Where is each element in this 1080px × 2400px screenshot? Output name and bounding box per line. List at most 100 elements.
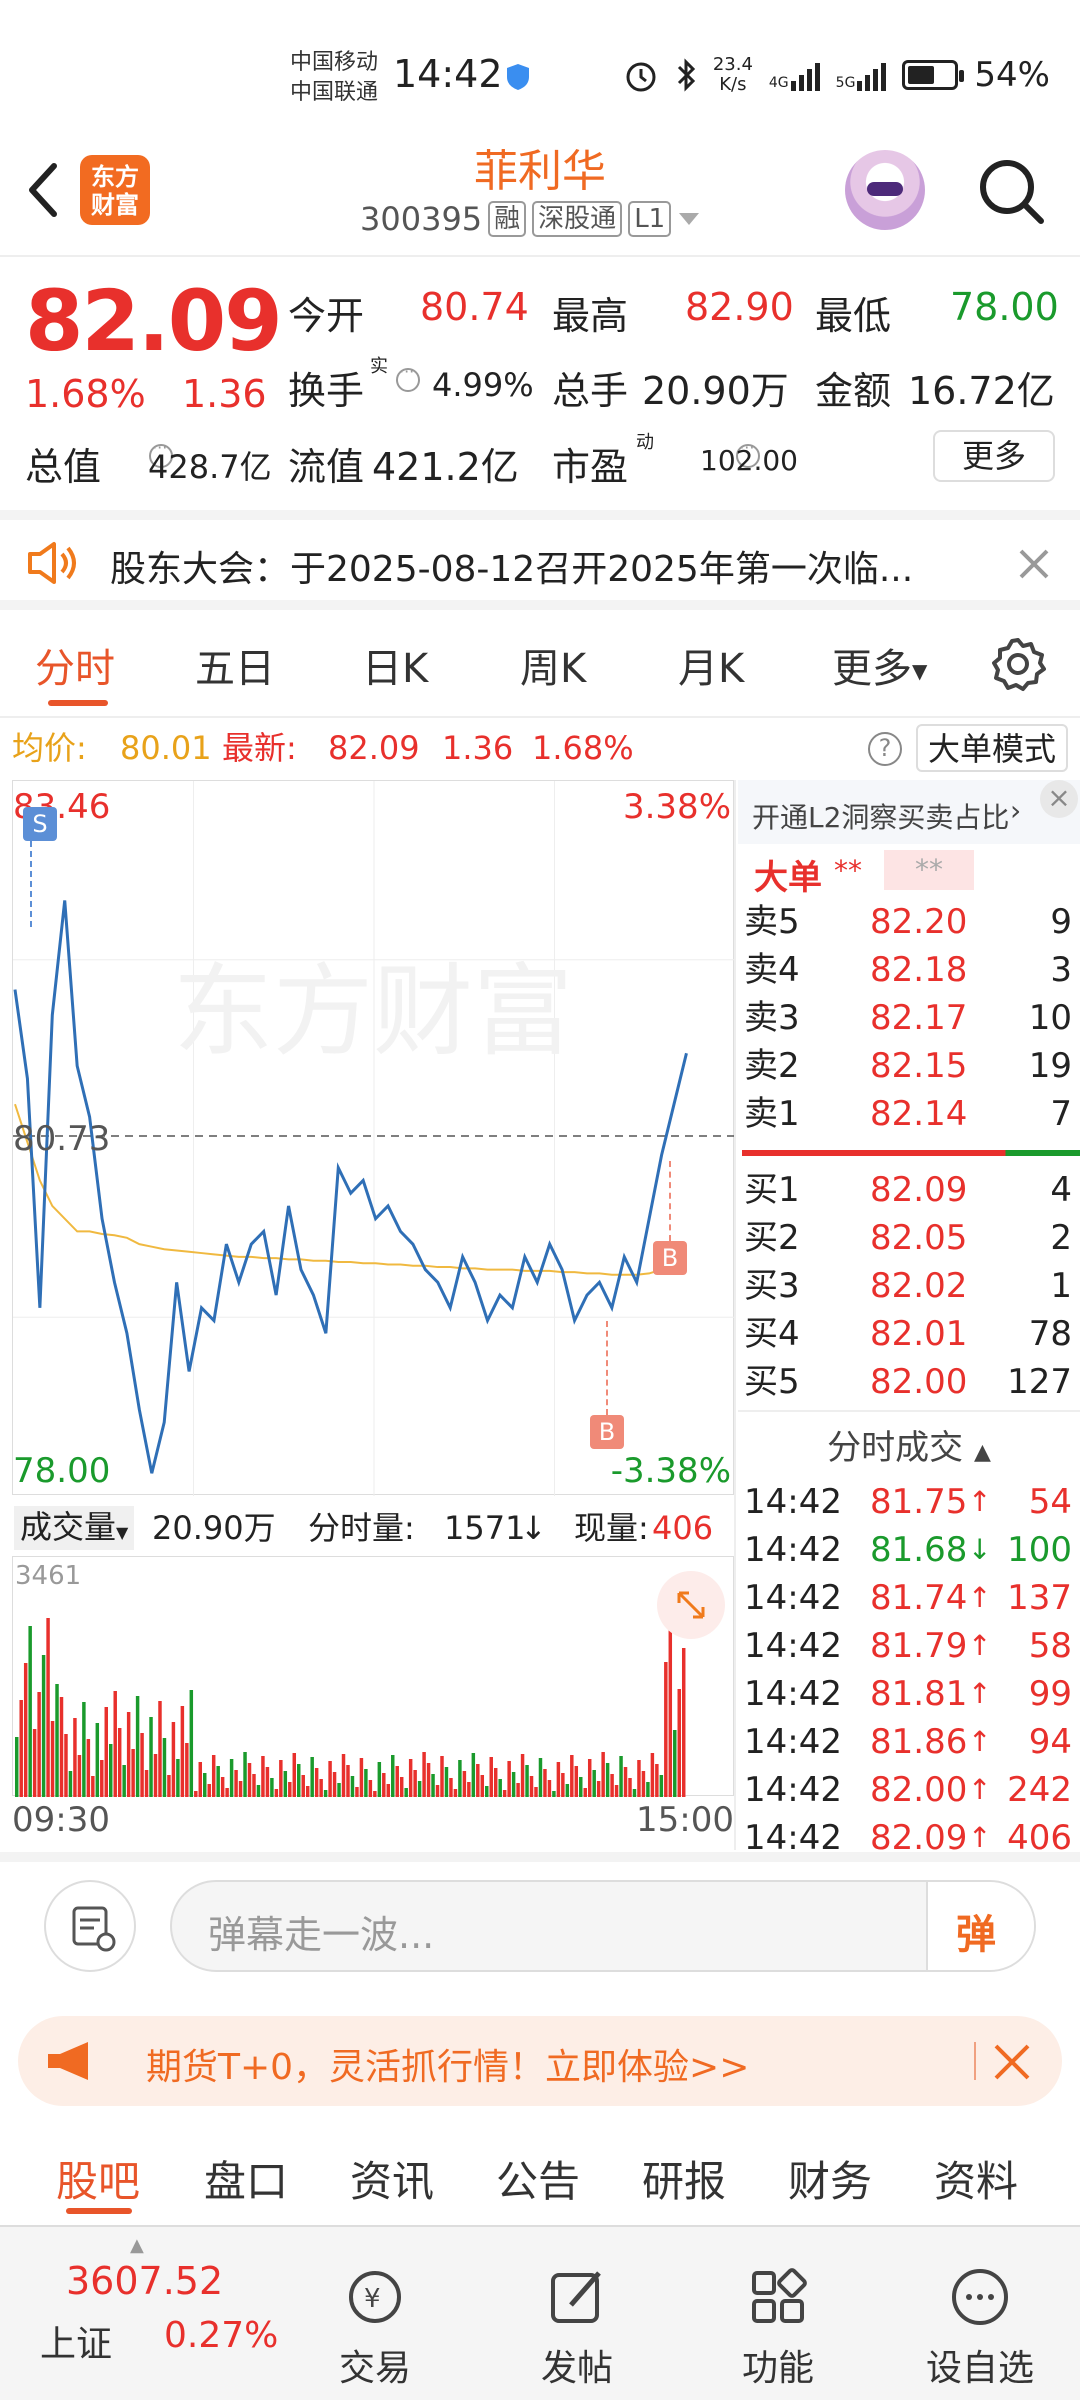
bid-price: 82.05 xyxy=(870,1218,968,1258)
index-name: 上证 xyxy=(40,2324,113,2365)
danmu-settings-icon[interactable] xyxy=(44,1880,136,1972)
volume-bar xyxy=(399,1777,404,1797)
tab-more[interactable]: 更多▼ xyxy=(832,636,927,694)
close-icon[interactable]: × xyxy=(1040,780,1078,818)
search-icon[interactable] xyxy=(975,155,1047,227)
close-icon[interactable] xyxy=(1018,548,1050,580)
nav-trade[interactable]: ¥ 交易 xyxy=(305,2265,445,2391)
volume-bar xyxy=(113,1691,117,1797)
bid-row[interactable]: 买2 82.05 2 xyxy=(738,1214,1080,1262)
info-icon[interactable] xyxy=(396,362,420,392)
tick-time: 14:42 xyxy=(744,1482,842,1522)
volume-bar xyxy=(458,1760,462,1797)
volume-bar xyxy=(176,1759,180,1797)
ask-row[interactable]: 卖2 82.15 19 xyxy=(738,1042,1080,1090)
current-volume-label: 现量: xyxy=(574,1509,649,1547)
volume-bar xyxy=(377,1762,382,1797)
tick-price: 81.75 xyxy=(870,1482,968,1522)
bid-row[interactable]: 买1 82.09 4 xyxy=(738,1166,1080,1214)
volume-bar xyxy=(355,1787,359,1797)
tab-research[interactable]: 研报 xyxy=(642,2148,726,2209)
volume-bar xyxy=(279,1760,283,1797)
tab-monthly[interactable]: 月K xyxy=(678,636,744,694)
volume-bar xyxy=(641,1771,646,1797)
nav-post[interactable]: 发帖 xyxy=(507,2265,647,2391)
volume-bar xyxy=(498,1779,502,1797)
ask-qty: 19 xyxy=(1028,1046,1072,1086)
notice-bar[interactable]: 股东大会：于2025-08-12召开2025年第一次临... xyxy=(0,510,1080,610)
intraday-chart[interactable]: 东方财富 83.46 3.38% 80.73 78.00 -3.38% S B … xyxy=(12,780,735,1496)
big-order-mode-button[interactable]: 大单模式 xyxy=(916,724,1069,772)
ask-price: 82.17 xyxy=(870,998,968,1038)
buy-marker[interactable]: B xyxy=(653,1241,687,1275)
x-end-label: 15:00 xyxy=(636,1800,734,1840)
volume-bar xyxy=(332,1772,337,1797)
volume-label: 总手 xyxy=(552,369,629,413)
danmu-send-button[interactable]: 弹 xyxy=(926,1882,1034,1970)
volume-bar xyxy=(655,1764,659,1797)
tick-row: 14:42 81.74 ↑ 137 xyxy=(738,1574,1080,1622)
volume-bar xyxy=(207,1784,211,1797)
volume-bar xyxy=(243,1752,247,1797)
tick-volume: 1571 xyxy=(444,1509,526,1547)
volume-bar xyxy=(650,1753,655,1797)
float-value: 421.2亿 xyxy=(372,445,519,489)
bid-row[interactable]: 买5 82.00 127 xyxy=(738,1358,1080,1406)
bid-row[interactable]: 买4 82.01 78 xyxy=(738,1310,1080,1358)
volume-bar xyxy=(395,1766,399,1797)
tick-row: 14:42 81.68 ↓ 100 xyxy=(738,1526,1080,1574)
watermark: 东方财富 xyxy=(173,953,573,1070)
futures-banner[interactable]: 期货T+0，灵活抓行情！立即体验>> xyxy=(18,2016,1062,2106)
gear-icon[interactable] xyxy=(990,636,1046,692)
volume-bar xyxy=(659,1775,664,1797)
chevron-down-icon[interactable] xyxy=(677,209,701,229)
high-label: 最高 xyxy=(552,294,629,338)
volume-bar xyxy=(234,1770,238,1797)
more-button[interactable]: 更多 xyxy=(933,430,1055,482)
nav-functions[interactable]: 功能 xyxy=(708,2265,848,2391)
volume-bar xyxy=(292,1753,297,1797)
tab-announcements[interactable]: 公告 xyxy=(496,2148,580,2209)
volume-bar xyxy=(144,1770,149,1797)
volume-bar xyxy=(476,1764,480,1797)
assistant-avatar[interactable] xyxy=(845,150,925,230)
ask-row[interactable]: 卖1 82.14 7 xyxy=(738,1090,1080,1138)
sell-marker[interactable]: S xyxy=(23,807,57,841)
index-widget[interactable]: ▲ 3607.52 上证 0.27% xyxy=(40,2231,280,2391)
tab-finance[interactable]: 财务 xyxy=(788,2148,872,2209)
tab-profile[interactable]: 资料 xyxy=(934,2148,1018,2209)
tab-weekly[interactable]: 周K xyxy=(520,636,586,694)
trade-icon: ¥ xyxy=(349,2271,401,2323)
nav-add-watchlist[interactable]: 设自选 xyxy=(910,2265,1050,2391)
tab-news[interactable]: 资讯 xyxy=(350,2148,434,2209)
expand-icon[interactable] xyxy=(657,1571,725,1639)
bid-row[interactable]: 买3 82.02 1 xyxy=(738,1262,1080,1310)
ask-level: 卖1 xyxy=(744,1094,800,1134)
volume-bar xyxy=(382,1773,386,1797)
buy-marker[interactable]: B xyxy=(590,1415,624,1449)
volume-bar xyxy=(413,1770,417,1797)
danmu-input[interactable]: 弹幕走一波... 弹 xyxy=(170,1880,1036,1972)
tab-minute[interactable]: 分时 xyxy=(35,636,115,694)
volume-bar xyxy=(610,1774,614,1797)
close-icon[interactable] xyxy=(992,2042,1032,2082)
volume-chart[interactable]: 3461 xyxy=(12,1556,734,1797)
ask-row[interactable]: 卖3 82.17 10 xyxy=(738,994,1080,1042)
tab-daily[interactable]: 日K xyxy=(362,636,428,694)
l2-promo[interactable]: 开通L2洞察买卖占比 › × xyxy=(738,780,1080,844)
ask-row[interactable]: 卖5 82.20 9 xyxy=(738,898,1080,946)
tick-trades-title[interactable]: 分时成交 ▲ xyxy=(738,1420,1080,1469)
tick-volume: 54 xyxy=(1028,1482,1072,1522)
tab-guba[interactable]: 股吧 xyxy=(56,2148,140,2209)
help-icon[interactable]: ? xyxy=(868,732,902,766)
ask-row[interactable]: 卖4 82.18 3 xyxy=(738,946,1080,994)
tab-pankou[interactable]: 盘口 xyxy=(204,2148,288,2209)
volume-selector[interactable]: 成交量▼ xyxy=(14,1506,135,1550)
volume-bar xyxy=(216,1766,220,1797)
tick-volume-label: 分时量: xyxy=(308,1509,415,1547)
tick-volume: 58 xyxy=(1028,1626,1072,1666)
tag-margin: 融 xyxy=(488,201,527,237)
volume-bar xyxy=(449,1778,453,1797)
volume-bar xyxy=(82,1702,86,1797)
tab-5day[interactable]: 五日 xyxy=(195,636,275,694)
